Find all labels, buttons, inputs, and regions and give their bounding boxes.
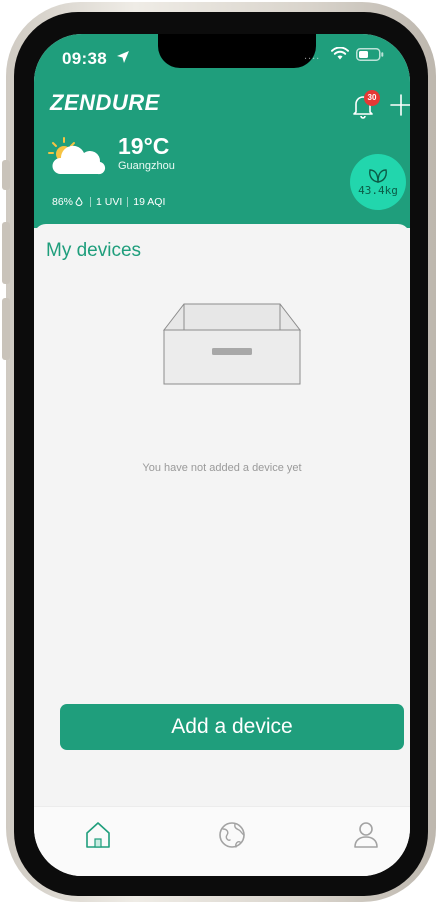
uvi-value: 1 UVI bbox=[96, 196, 123, 208]
humidity-value: 86% bbox=[52, 196, 74, 208]
divider bbox=[90, 197, 92, 207]
tab-explore[interactable] bbox=[212, 817, 252, 853]
app-header: 09:38 .... ZENDURE 30 19°C Guangzhou 86%… bbox=[34, 34, 410, 228]
location-arrow-icon bbox=[117, 51, 129, 63]
camera-notch bbox=[158, 34, 316, 68]
plus-icon bbox=[390, 94, 410, 116]
notification-badge: 30 bbox=[364, 90, 380, 106]
status-bar: 09:38 .... bbox=[34, 34, 410, 86]
weather-stats: 86% 1 UVI 19 AQI bbox=[52, 196, 165, 208]
app-screen: 09:38 .... ZENDURE 30 19°C Guangzhou 86%… bbox=[34, 34, 410, 876]
aqi-value: 19 AQI bbox=[133, 196, 166, 208]
volume-up-button bbox=[2, 222, 10, 284]
battery-icon bbox=[356, 48, 384, 61]
brand-logo: ZENDURE bbox=[50, 90, 160, 115]
temperature: 19°C bbox=[118, 133, 170, 159]
empty-state-message: You have not added a device yet bbox=[142, 462, 302, 474]
carbon-savings-button[interactable]: 43.4kg bbox=[350, 154, 406, 210]
divider bbox=[127, 197, 129, 207]
empty-box-icon bbox=[162, 303, 302, 385]
city-name: Guangzhou bbox=[118, 160, 175, 172]
partly-cloudy-icon bbox=[48, 137, 106, 175]
status-time: 09:38 bbox=[62, 49, 107, 68]
section-title: My devices bbox=[46, 240, 142, 261]
carbon-value: 43.4kg bbox=[358, 184, 398, 197]
add-button[interactable] bbox=[388, 90, 410, 118]
tab-home[interactable] bbox=[78, 817, 118, 853]
wifi-icon bbox=[331, 47, 349, 60]
home-icon bbox=[86, 822, 110, 848]
signal-icon: .... bbox=[304, 50, 321, 62]
devices-section: My devices You have not added a device y… bbox=[34, 224, 410, 824]
profile-icon bbox=[354, 822, 378, 848]
tab-profile[interactable] bbox=[346, 817, 386, 853]
globe-icon bbox=[219, 822, 245, 848]
volume-down-button bbox=[2, 298, 10, 360]
tab-bar bbox=[34, 806, 410, 876]
leaf-icon bbox=[369, 169, 387, 183]
mute-switch bbox=[2, 160, 10, 190]
notifications-button[interactable]: 30 bbox=[352, 90, 380, 119]
add-device-button[interactable]: Add a device bbox=[60, 704, 404, 750]
droplet-icon bbox=[75, 197, 83, 206]
